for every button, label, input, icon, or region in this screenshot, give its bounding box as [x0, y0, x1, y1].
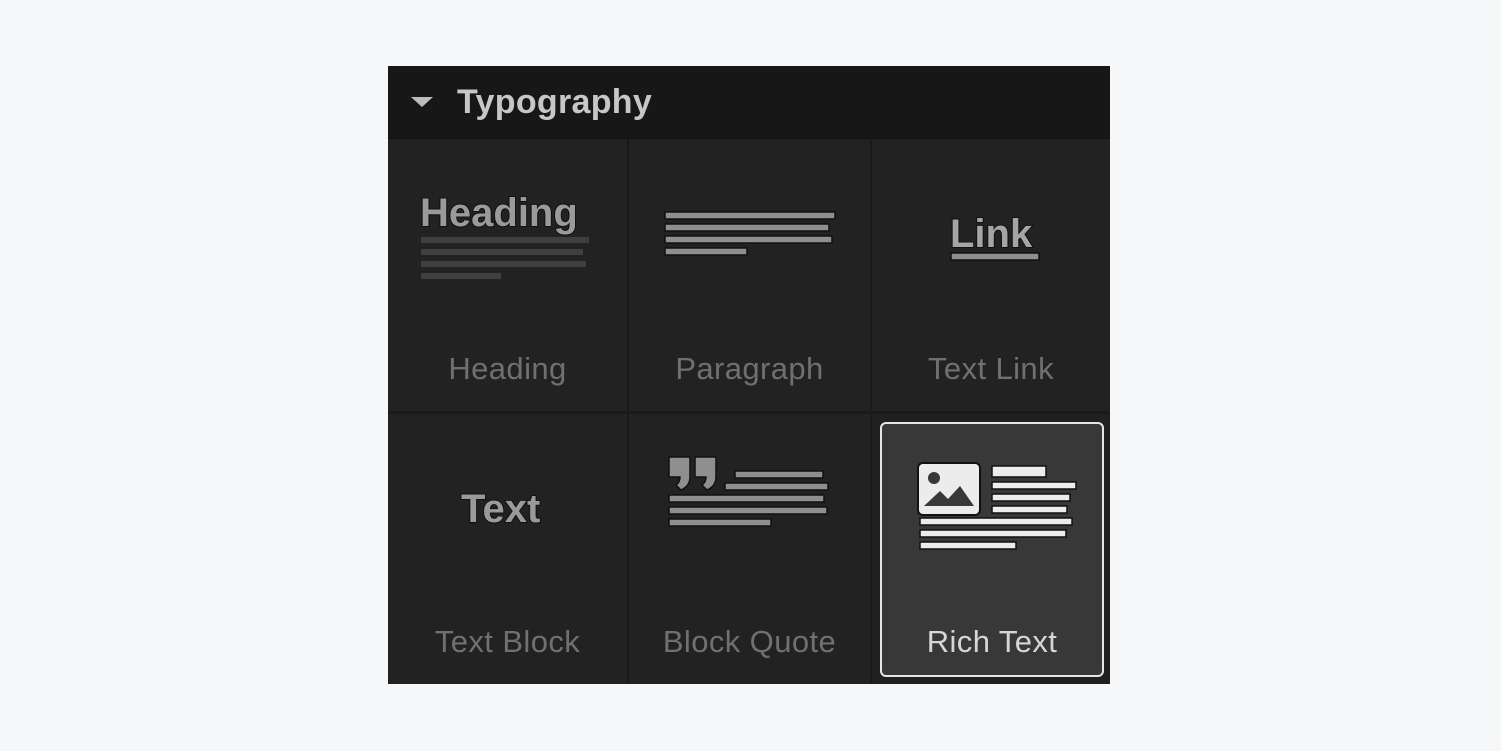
rich-text-label: Rich Text: [926, 624, 1058, 659]
heading-label: Heading: [448, 351, 567, 386]
text-block-label: Text Block: [434, 624, 581, 659]
text-block-icon: Text: [460, 486, 541, 532]
element-grid: Heading Heading Paragraph Link Text Link…: [388, 139, 1110, 684]
paragraph-icon: [664, 211, 836, 256]
typography-panel: Typography Heading Heading Paragraph Lin…: [388, 66, 1110, 684]
section-title: Typography: [457, 82, 653, 121]
text-block-element[interactable]: Text Text Block: [388, 414, 627, 684]
typography-section-header[interactable]: Typography: [388, 66, 1110, 139]
link-icon: Link: [949, 211, 1040, 261]
block-quote-element[interactable]: Block Quote: [629, 414, 870, 684]
block-quote-label: Block Quote: [662, 624, 837, 659]
rich-text-element[interactable]: Rich Text: [880, 422, 1104, 677]
heading-preview-text: Heading: [420, 191, 578, 235]
rich-text-icon: [917, 462, 1077, 550]
text-link-element[interactable]: Link Text Link: [872, 139, 1110, 411]
link-preview-text: Link: [950, 212, 1033, 256]
paragraph-label: Paragraph: [675, 351, 824, 386]
text-link-label: Text Link: [928, 351, 1054, 386]
block-quote-icon: [668, 456, 829, 527]
heading-element[interactable]: Heading Heading: [388, 139, 627, 411]
heading-icon: Heading: [419, 190, 589, 279]
text-block-preview-text: Text: [461, 487, 540, 531]
paragraph-element[interactable]: Paragraph: [629, 139, 870, 411]
caret-down-icon[interactable]: [411, 97, 433, 107]
